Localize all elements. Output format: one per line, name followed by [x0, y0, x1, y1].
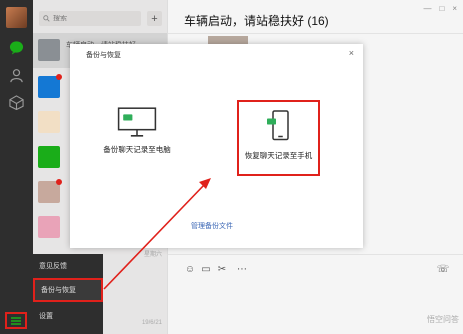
- folder-icon[interactable]: ▭: [200, 263, 212, 275]
- divider: [168, 33, 463, 34]
- add-chat-button[interactable]: +: [147, 11, 162, 26]
- favorites-icon[interactable]: [9, 95, 24, 110]
- dialog-title: 备份与恢复: [86, 52, 121, 59]
- chat-date: 19/6/21: [141, 320, 162, 326]
- unread-badge: [56, 179, 62, 185]
- user-avatar[interactable]: [6, 7, 27, 28]
- settings-popup-menu: 意见反馈 备份与恢复 设置: [33, 254, 103, 334]
- backup-restore-dialog: 备份与恢复 × 备份聊天记录至电脑 恢复聊天记录至手机 管理备份文件: [70, 44, 363, 248]
- backup-to-pc-option[interactable]: 备份聊天记录至电脑: [82, 106, 192, 186]
- chat-date: 星期六: [143, 252, 162, 258]
- watermark: 悟空问答: [427, 315, 459, 324]
- search-box[interactable]: [39, 11, 141, 26]
- menu-item-backup-restore[interactable]: 备份与恢复: [33, 278, 103, 302]
- emoji-icon[interactable]: ☺: [184, 263, 196, 275]
- unread-badge: [56, 74, 62, 80]
- search-input[interactable]: [50, 15, 140, 22]
- phone-icon[interactable]: ☏: [437, 263, 450, 275]
- restore-to-phone-label: 恢复聊天记录至手机: [244, 151, 313, 160]
- chat-thumbnail: [38, 146, 60, 168]
- contacts-icon[interactable]: [9, 68, 24, 83]
- more-icon[interactable]: ⋯: [236, 263, 248, 275]
- manage-backups-link[interactable]: 管理备份文件: [191, 221, 233, 231]
- computer-icon: [117, 107, 157, 137]
- phone-icon: [266, 110, 289, 141]
- search-icon: [43, 15, 50, 22]
- left-sidebar: [0, 0, 33, 334]
- menu-button[interactable]: [5, 312, 27, 329]
- restore-to-phone-option[interactable]: 恢复聊天记录至手机: [237, 100, 320, 176]
- minimize-icon[interactable]: —: [423, 4, 431, 13]
- chat-thumbnail: [38, 111, 60, 133]
- chat-thumbnail: [38, 39, 60, 61]
- menu-icon: [11, 316, 21, 325]
- scissors-icon[interactable]: ✂: [216, 263, 228, 275]
- window-controls: — □ ×: [423, 4, 457, 13]
- backup-to-pc-label: 备份聊天记录至电脑: [103, 145, 171, 154]
- maximize-icon[interactable]: □: [439, 4, 444, 13]
- chat-icon[interactable]: [9, 40, 24, 55]
- divider: [168, 254, 463, 255]
- close-window-icon[interactable]: ×: [452, 4, 457, 13]
- chat-title: 车辆启动，请站稳扶好 (16): [184, 14, 329, 28]
- menu-item-settings[interactable]: 设置: [33, 304, 103, 328]
- close-icon[interactable]: ×: [349, 48, 354, 58]
- menu-item-feedback[interactable]: 意见反馈: [33, 254, 103, 278]
- chat-thumbnail: [38, 216, 60, 238]
